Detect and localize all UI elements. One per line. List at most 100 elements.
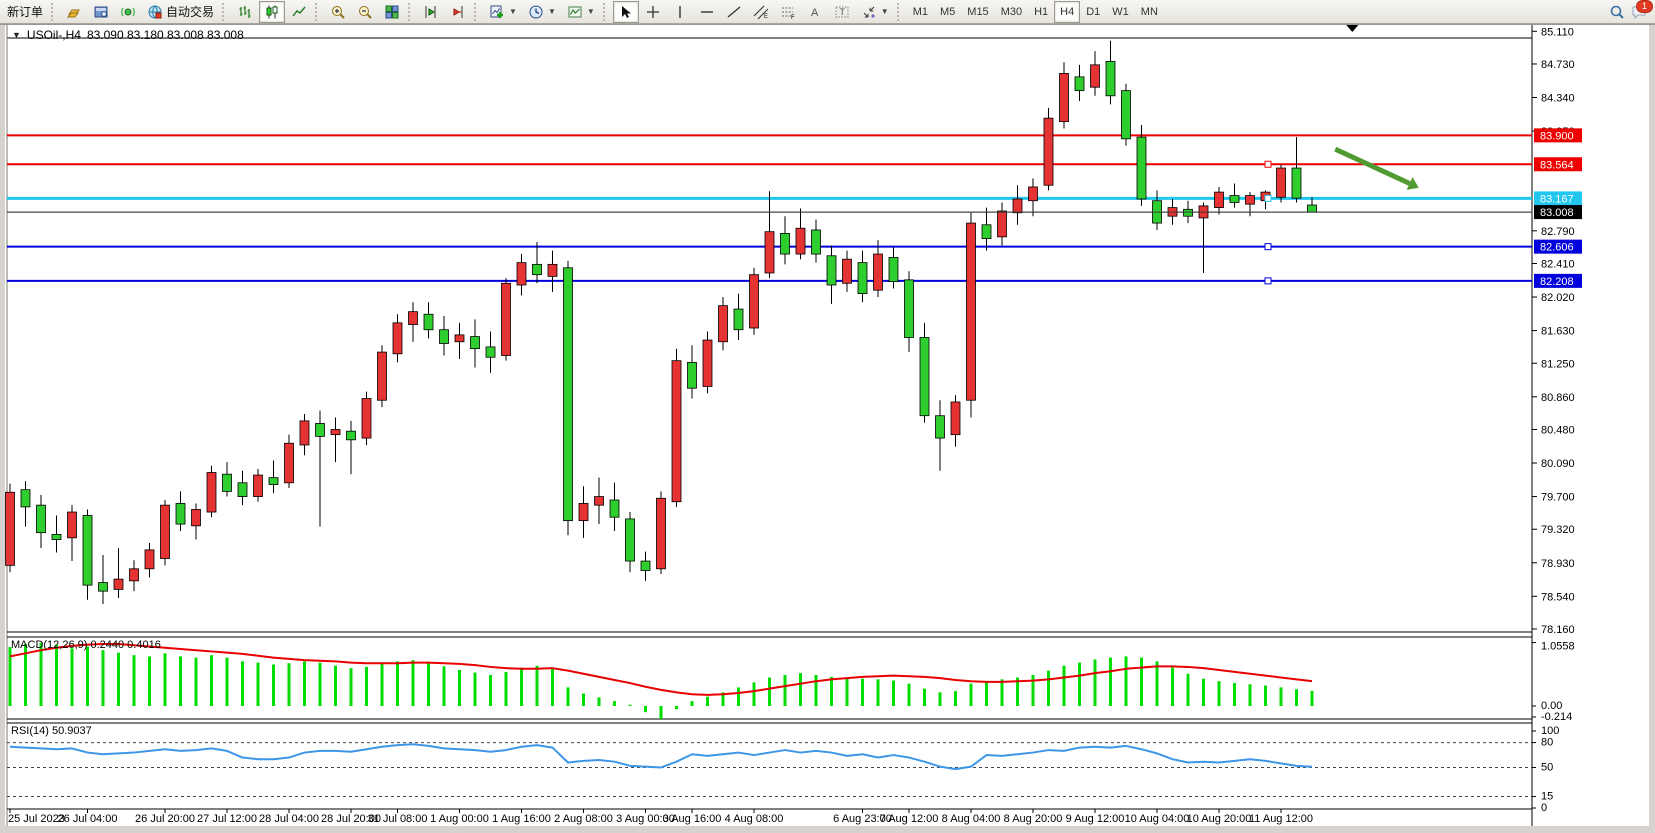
dropdown-caret: ▼ <box>881 7 889 16</box>
right-window-edge <box>1649 24 1655 833</box>
price-line-label: 82.606 <box>1540 242 1574 254</box>
text-label-tool-button[interactable]: T <box>829 1 855 23</box>
timeframe-h4-button[interactable]: H4 <box>1054 1 1080 23</box>
horizontal-line-tool-button[interactable] <box>694 1 720 23</box>
chat-badge: 1 <box>1636 0 1653 13</box>
toolbar: 新订单 自动交易 ▼ ▼ ▼ E F A T ▼ M <box>0 0 1655 24</box>
arrows-tool-button[interactable]: ▼ <box>856 1 894 23</box>
trendline-tool-button[interactable] <box>721 1 747 23</box>
bear-candle <box>424 314 433 329</box>
bull-candle <box>998 211 1007 237</box>
macd-histogram-bar <box>458 670 461 706</box>
bear-candle <box>269 478 278 485</box>
bull-candle <box>843 259 852 283</box>
periods-clock-button[interactable]: ▼ <box>523 1 561 23</box>
bull-candle <box>254 475 263 497</box>
price-axis-tick: 79.700 <box>1541 492 1575 504</box>
timeframe-m1-button[interactable]: M1 <box>907 1 934 23</box>
bull-candle <box>951 402 960 435</box>
bull-candle <box>672 361 681 502</box>
macd-histogram-bar <box>1156 661 1159 706</box>
timeframe-m30-button[interactable]: M30 <box>995 1 1028 23</box>
chat-button[interactable]: 1 <box>1631 4 1647 20</box>
time-axis-label: 4 Aug 08:00 <box>725 813 784 825</box>
autotrading-globe-icon <box>147 4 163 20</box>
macd-histogram-bar <box>210 655 213 706</box>
macd-histogram-bar <box>412 660 415 706</box>
timeframe-m5-button[interactable]: M5 <box>934 1 961 23</box>
vertical-line-tool-button[interactable] <box>667 1 693 23</box>
cursor-tool-button[interactable] <box>613 1 639 23</box>
zoom-in-icon[interactable] <box>325 1 351 23</box>
bull-candle <box>1029 187 1038 201</box>
profile-window-icon[interactable] <box>88 1 114 23</box>
time-axis-label: 9 Aug 12:00 <box>1066 813 1125 825</box>
macd-histogram-bar <box>861 679 864 706</box>
time-axis-label: 2 Aug 08:00 <box>554 813 613 825</box>
new-order-button[interactable]: 新订单 <box>2 1 48 23</box>
price-axis-tick: 82.790 <box>1541 226 1575 238</box>
price-axis-tick: 80.860 <box>1541 392 1575 404</box>
timeframe-h1-button[interactable]: H1 <box>1028 1 1054 23</box>
chart-shift-icon[interactable] <box>445 1 471 23</box>
text-tool-button[interactable]: A <box>802 1 828 23</box>
time-axis-label: 1 Aug 16:00 <box>492 813 551 825</box>
search-icon[interactable] <box>1609 4 1625 20</box>
macd-axis-tick: 1.0558 <box>1541 641 1575 653</box>
macd-histogram-bar <box>1311 691 1314 706</box>
chart-header-collapse-icon[interactable]: ▼ <box>12 30 21 40</box>
macd-histogram-bar <box>319 663 322 706</box>
timeframe-m15-button[interactable]: M15 <box>961 1 994 23</box>
fibonacci-tool-button[interactable]: F <box>775 1 801 23</box>
bear-candle <box>1122 91 1131 139</box>
price-line-handle[interactable] <box>1265 161 1271 167</box>
bear-candle <box>176 503 185 524</box>
add-indicator-button[interactable]: ▼ <box>484 1 522 23</box>
macd-histogram-bar <box>613 701 616 706</box>
auto-scroll-icon[interactable] <box>418 1 444 23</box>
autotrading-button[interactable]: 自动交易 <box>142 1 219 23</box>
price-line-handle[interactable] <box>1265 195 1271 201</box>
bull-candle <box>145 550 154 569</box>
svg-text:A: A <box>811 7 819 19</box>
gold-ingot-icon[interactable] <box>61 1 87 23</box>
timeframe-mn-button[interactable]: MN <box>1135 1 1164 23</box>
toolbar-separator <box>51 3 58 21</box>
tile-windows-icon[interactable] <box>379 1 405 23</box>
bear-candle <box>920 337 929 415</box>
bull-candle <box>6 492 15 565</box>
bear-candle <box>316 423 325 436</box>
crosshair-tool-button[interactable] <box>640 1 666 23</box>
macd-histogram-bar <box>1063 666 1066 706</box>
macd-histogram-bar <box>1295 689 1298 706</box>
macd-histogram-bar <box>1202 679 1205 706</box>
price-axis-tick: 81.630 <box>1541 326 1575 338</box>
equidistant-channel-tool-button[interactable]: E <box>748 1 774 23</box>
autotrading-label: 自动交易 <box>166 3 214 20</box>
line-chart-icon[interactable] <box>286 1 312 23</box>
macd-histogram-bar <box>164 653 167 706</box>
macd-histogram-bar <box>582 694 585 706</box>
time-axis-label: 25 Jul 2023 <box>8 813 65 825</box>
macd-histogram-bar <box>753 682 756 706</box>
timeframe-w1-button[interactable]: W1 <box>1106 1 1135 23</box>
bear-candle <box>936 416 945 438</box>
macd-histogram-bar <box>427 663 430 706</box>
chart-canvas[interactable]: 85.11084.73084.34083.95082.79082.41082.0… <box>0 0 1655 833</box>
candlestick-chart-icon[interactable] <box>259 1 285 23</box>
bull-candle <box>378 352 387 400</box>
broadcast-icon[interactable] <box>115 1 141 23</box>
price-line-handle[interactable] <box>1265 278 1271 284</box>
price-line-label: 83.564 <box>1540 159 1574 171</box>
zoom-out-icon[interactable] <box>352 1 378 23</box>
timeframe-d1-button[interactable]: D1 <box>1080 1 1106 23</box>
bull-candle <box>548 264 557 276</box>
dropdown-caret: ▼ <box>548 7 556 16</box>
macd-histogram-bar <box>489 675 492 706</box>
macd-histogram-bar <box>241 661 244 706</box>
price-line-label: 83.167 <box>1540 193 1574 205</box>
bear-candle <box>1308 205 1317 212</box>
templates-button[interactable]: ▼ <box>562 1 600 23</box>
bar-chart-icon[interactable] <box>232 1 258 23</box>
price-line-handle[interactable] <box>1265 244 1271 250</box>
